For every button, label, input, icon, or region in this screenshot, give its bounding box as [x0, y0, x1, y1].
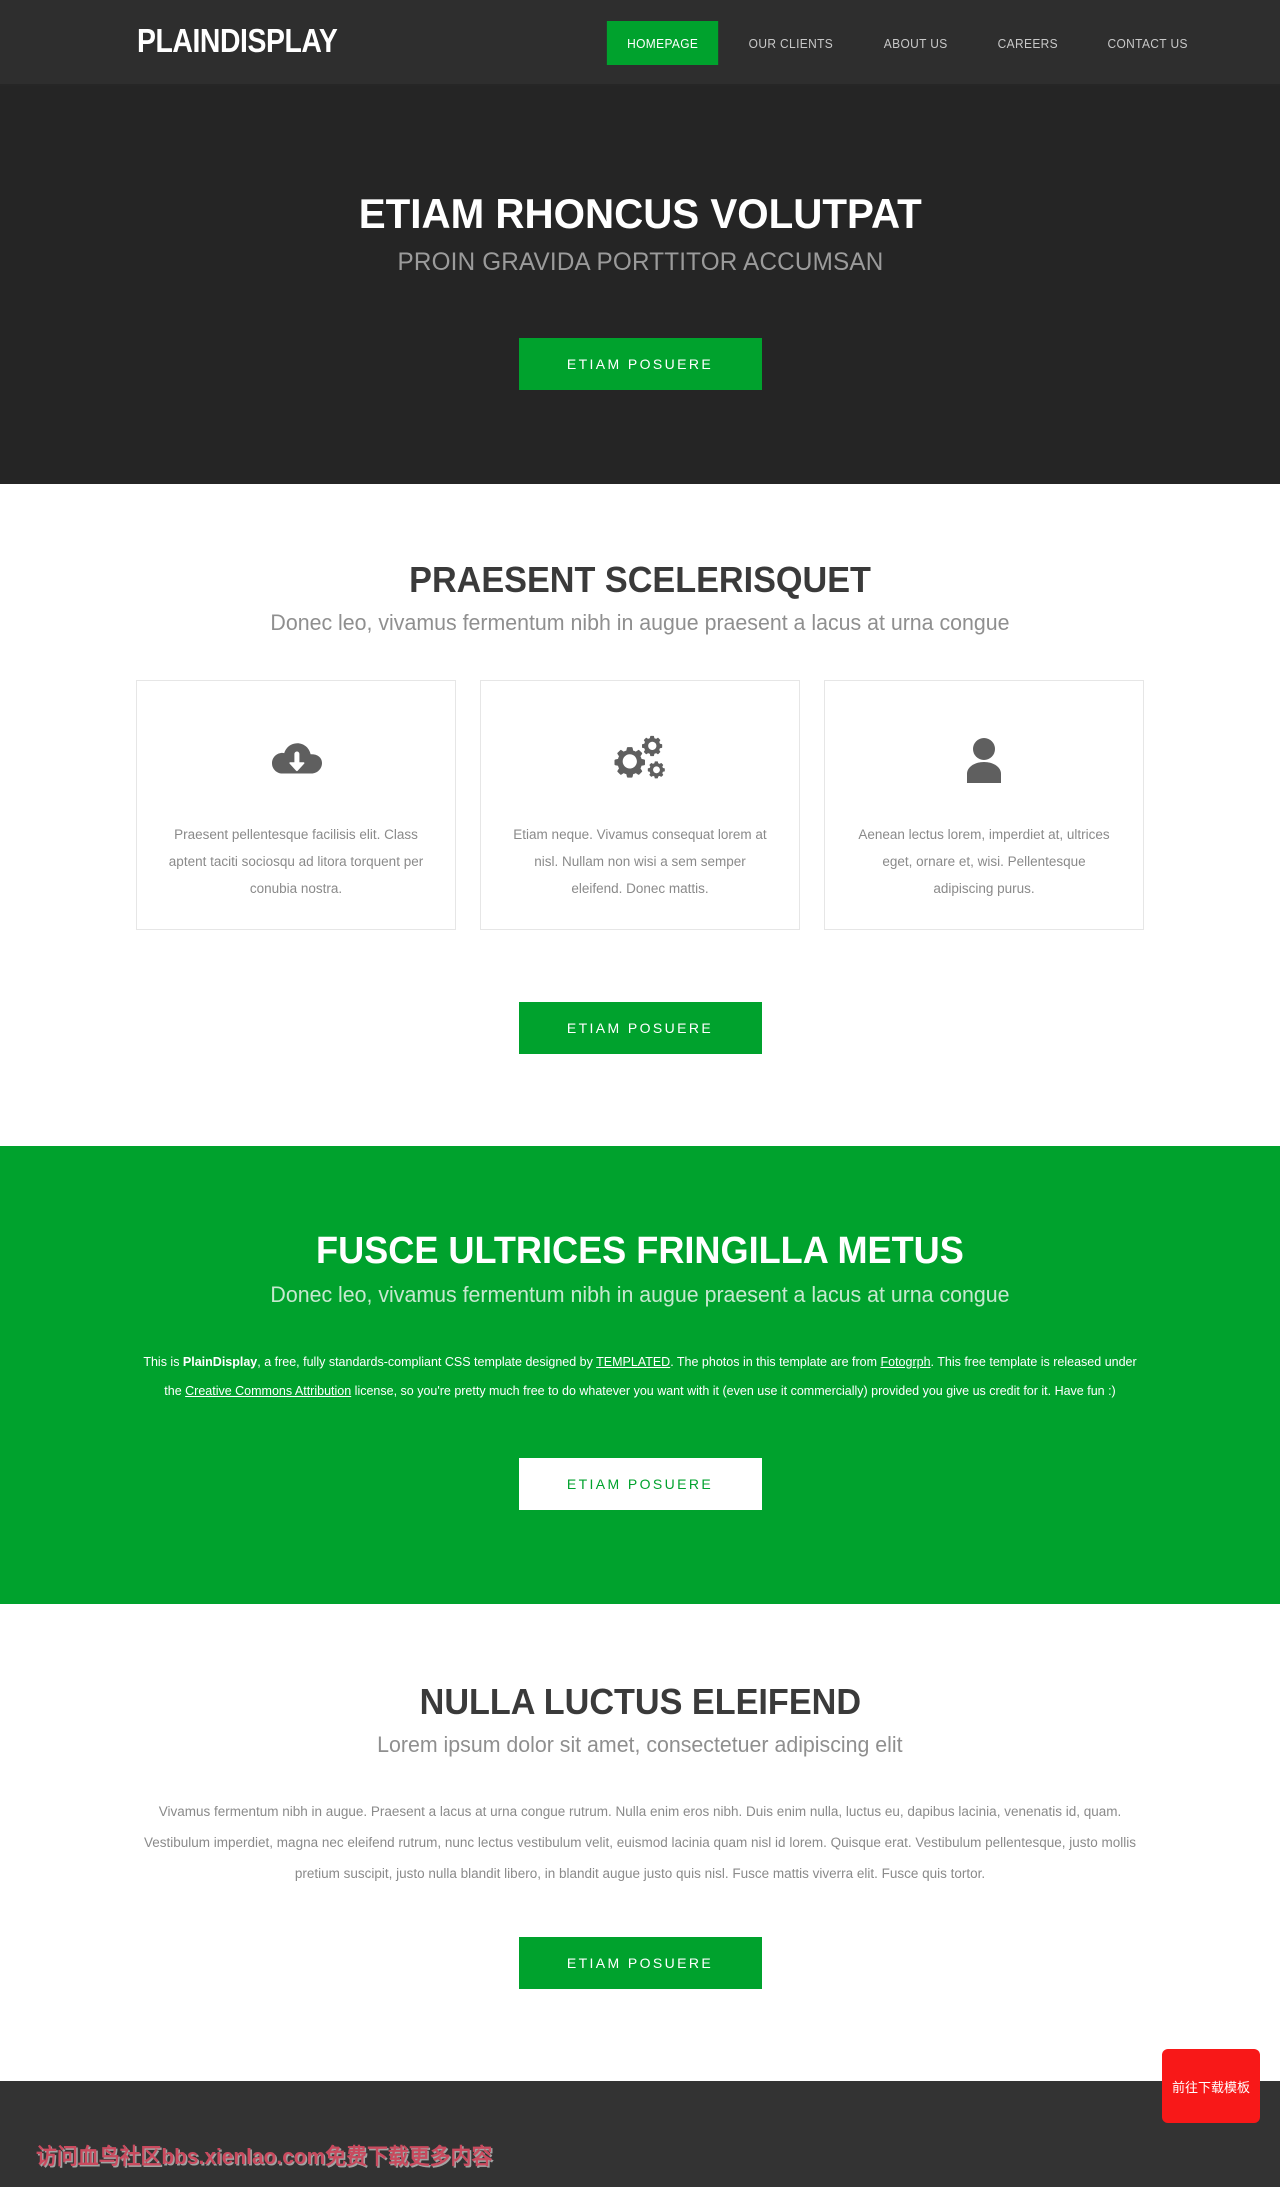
credits-link-templated[interactable]: TEMPLATED [596, 1355, 670, 1369]
watermark-text: 访问血鸟社区bbs.xienlao.com免费下载更多内容 [36, 2144, 493, 2169]
cogs-icon [613, 729, 667, 791]
highlight-title: FUSCE ULTRICES FRINGILLA METUS [316, 1230, 964, 1272]
features-cta-button[interactable]: ETIAM POSUERE [518, 1002, 762, 1054]
credits-text-2: , a free, fully standards-compliant CSS … [257, 1355, 597, 1369]
nav-item-our-clients[interactable]: OUR CLIENTS [729, 21, 854, 65]
credits-brand: PlainDisplay [182, 1355, 258, 1369]
content-section: NULLA LUCTUS ELEIFEND Lorem ipsum dolor … [0, 1604, 1280, 2081]
nav-item-about-us[interactable]: ABOUT US [864, 21, 968, 65]
download-template-button[interactable]: 前往下载模板 [1162, 2049, 1260, 2123]
nav-item-homepage[interactable]: HOMEPAGE [606, 21, 719, 65]
content-body-text: Vivamus fermentum nibh in augue. Praesen… [144, 1804, 1136, 1881]
feature-box-text: Etiam neque. Vivamus consequat lorem at … [513, 827, 767, 896]
feature-box[interactable]: Aenean lectus lorem, imperdiet at, ultri… [824, 680, 1144, 930]
features-section: PRAESENT SCELERISQUET Donec leo, vivamus… [0, 484, 1280, 1146]
hero-title: ETIAM RHONCUS VOLUTPAT [358, 190, 922, 237]
nav-item-contact-us[interactable]: CONTACT US [1088, 21, 1209, 65]
user-icon [961, 729, 1007, 791]
cloud-download-icon [267, 729, 325, 791]
feature-box-list: Praesent pellentesque facilisis elit. Cl… [136, 680, 1144, 930]
credits-link-creative-commons[interactable]: Creative Commons Attribution [185, 1384, 351, 1398]
content-subtitle: Lorem ipsum dolor sit amet, consectetuer… [377, 1732, 903, 1757]
credits-text-1: This is [143, 1355, 183, 1369]
feature-box[interactable]: Etiam neque. Vivamus consequat lorem at … [480, 680, 800, 930]
hero-cta-button[interactable]: ETIAM POSUERE [518, 338, 762, 390]
feature-box[interactable]: Praesent pellentesque facilisis elit. Cl… [136, 680, 456, 930]
content-title: NULLA LUCTUS ELEIFEND [419, 1681, 861, 1722]
features-title: PRAESENT SCELERISQUET [409, 559, 871, 600]
features-subtitle: Donec leo, vivamus fermentum nibh in aug… [270, 610, 1010, 635]
site-header: PLAINDISPLAY HOMEPAGE OUR CLIENTS ABOUT … [0, 0, 1280, 86]
site-logo[interactable]: PLAINDISPLAY [137, 16, 338, 66]
credits-text-3: . The photos in this template are from [670, 1355, 881, 1369]
highlight-section: FUSCE ULTRICES FRINGILLA METUS Donec leo… [0, 1146, 1280, 1604]
credits-text-5: license, so you're pretty much free to d… [351, 1384, 1116, 1398]
content-cta-button[interactable]: ETIAM POSUERE [518, 1937, 762, 1989]
site-footer: 访问血鸟社区bbs.xienlao.com免费下载更多内容 前往下载模板 [0, 2049, 1280, 2187]
main-navigation: HOMEPAGE OUR CLIENTS ABOUT US CAREERS CO… [602, 21, 1214, 65]
highlight-subtitle: Donec leo, vivamus fermentum nibh in aug… [270, 1282, 1010, 1307]
feature-box-text: Praesent pellentesque facilisis elit. Cl… [168, 827, 424, 896]
credits-link-fotogrph[interactable]: Fotogrph [881, 1355, 931, 1369]
feature-box-text: Aenean lectus lorem, imperdiet at, ultri… [858, 827, 1110, 896]
hero-banner: ETIAM RHONCUS VOLUTPAT PROIN GRAVIDA POR… [0, 86, 1280, 484]
nav-item-careers[interactable]: CAREERS [977, 21, 1078, 65]
credits-paragraph: This is PlainDisplay, a free, fully stan… [136, 1348, 1144, 1406]
hero-subtitle: PROIN GRAVIDA PORTTITOR ACCUMSAN [397, 248, 883, 276]
highlight-cta-button[interactable]: ETIAM POSUERE [518, 1458, 762, 1510]
